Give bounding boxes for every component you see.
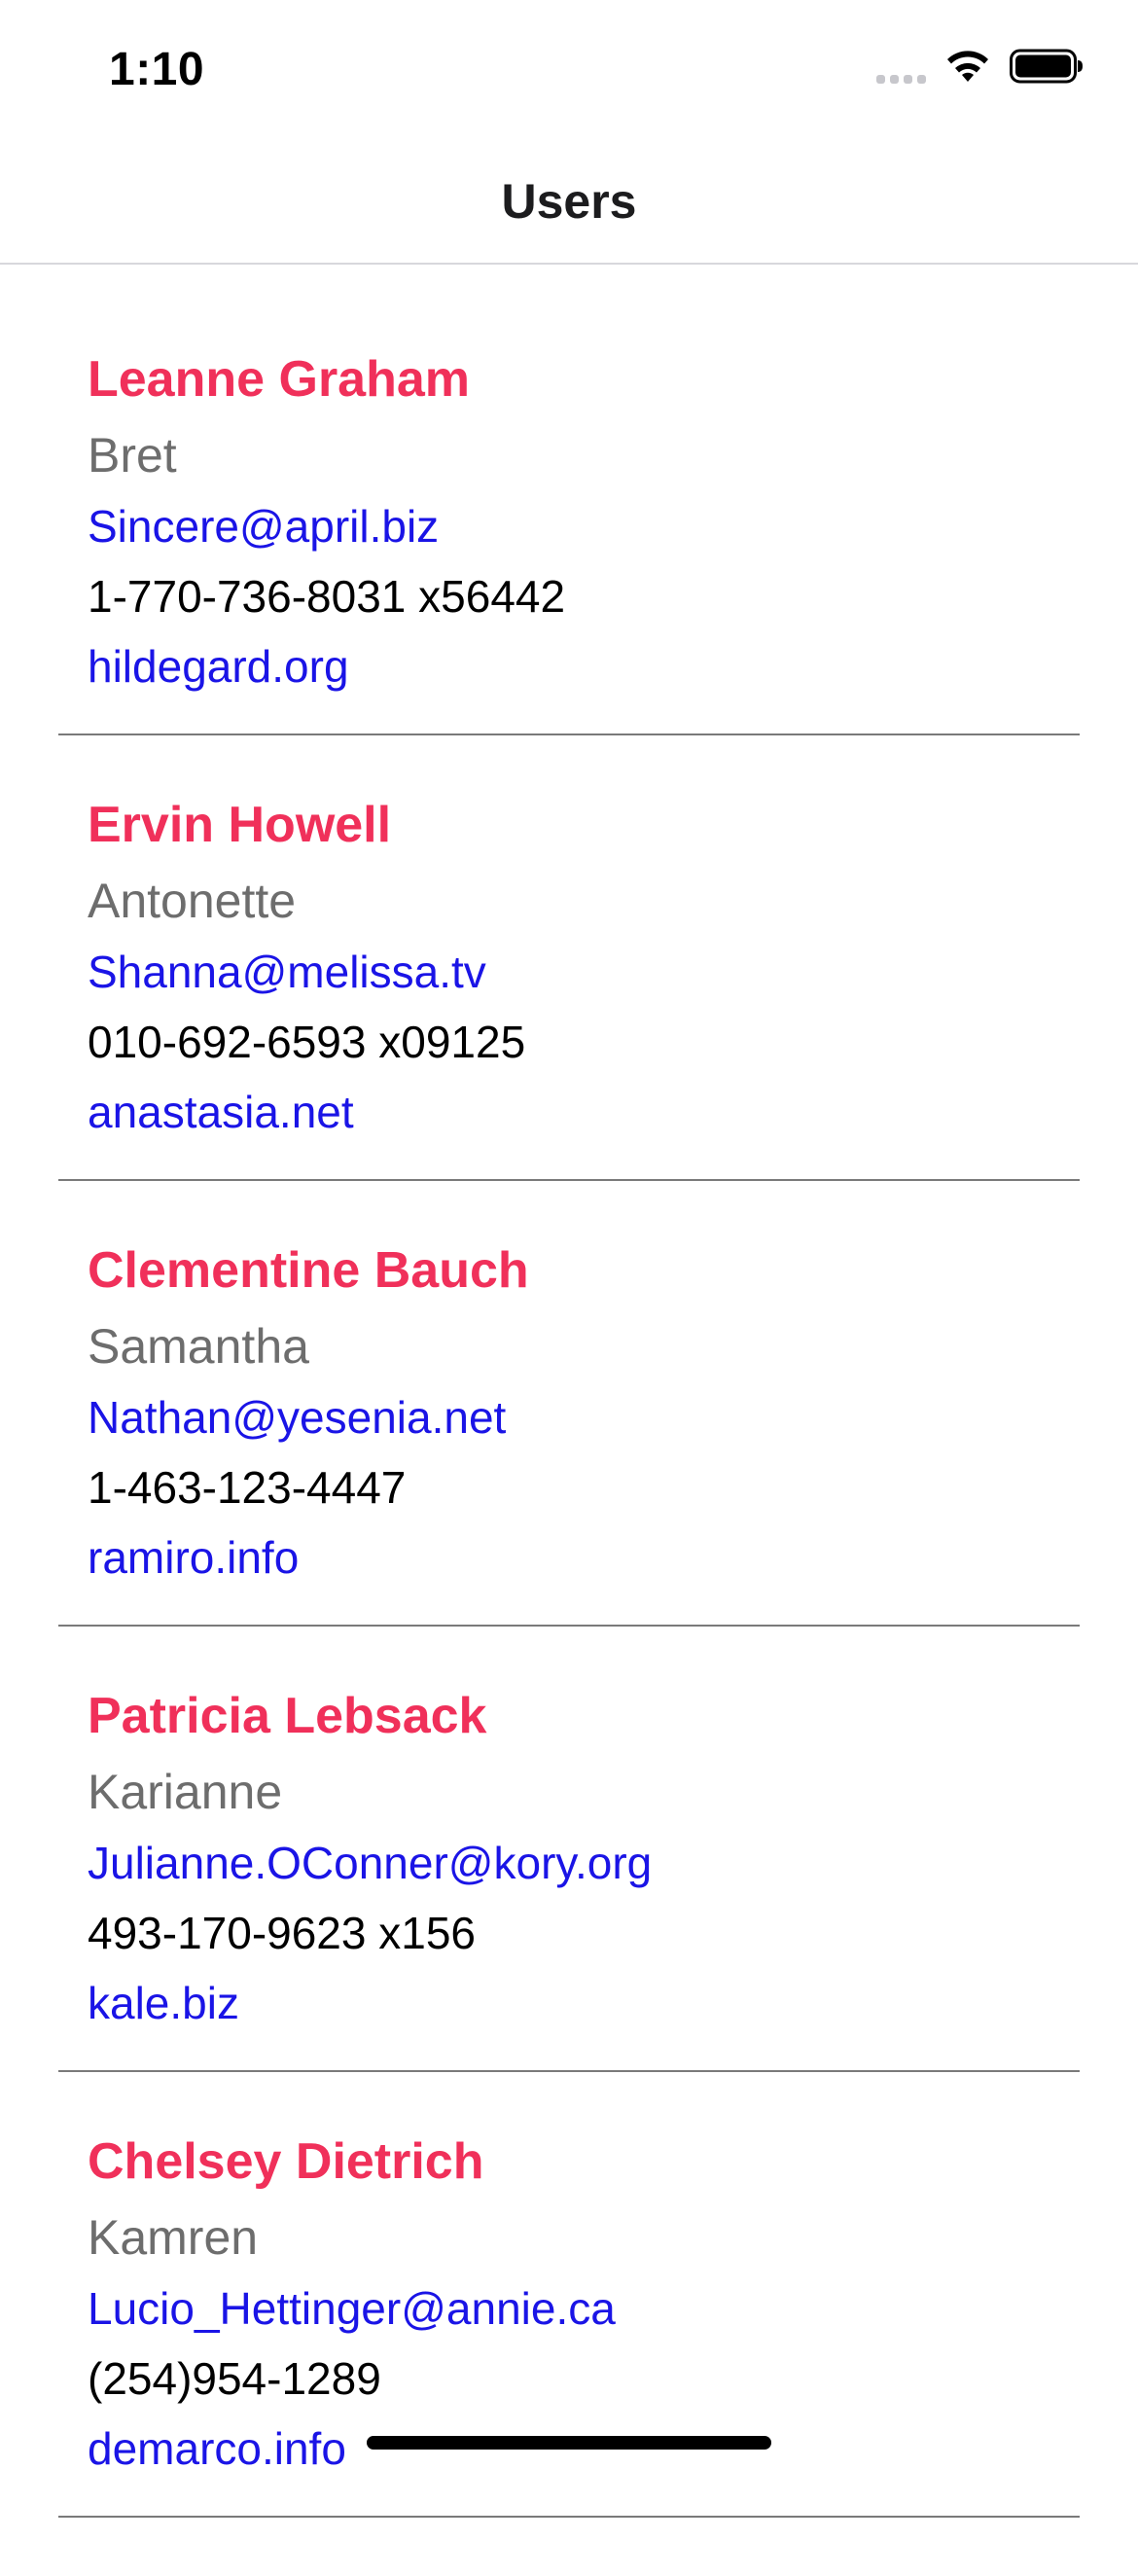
user-name: Ervin Howell xyxy=(88,797,392,853)
navigation-bar: Users xyxy=(0,146,1138,265)
user-phone: (254)954-1289 xyxy=(88,2353,381,2404)
user-email-link[interactable]: Sincere@april.biz xyxy=(88,496,1050,556)
user-card[interactable]: Leanne Graham Bret Sincere@april.biz 1-7… xyxy=(58,348,1080,735)
user-name: Patricia Lebsack xyxy=(88,1688,487,1744)
user-name: Leanne Graham xyxy=(88,351,471,408)
user-website-link[interactable]: kale.biz xyxy=(88,1973,1050,2033)
status-bar: 1:10 xyxy=(0,0,1138,146)
user-email-link[interactable]: Lucio_Hettinger@annie.ca xyxy=(88,2278,1050,2339)
user-card[interactable]: Patricia Lebsack Karianne Julianne.OConn… xyxy=(58,1685,1080,2072)
user-list[interactable]: Leanne Graham Bret Sincere@april.biz 1-7… xyxy=(0,265,1138,2576)
user-card[interactable]: Clementine Bauch Samantha Nathan@yesenia… xyxy=(58,1239,1080,1627)
status-icons xyxy=(876,49,1084,84)
page-title: Users xyxy=(501,174,637,229)
wifi-icon xyxy=(947,51,988,82)
user-email-link[interactable]: Shanna@melissa.tv xyxy=(88,942,1050,1002)
battery-icon xyxy=(1010,49,1083,84)
user-website-link[interactable]: hildegard.org xyxy=(88,636,1050,697)
user-username: Bret xyxy=(88,428,177,483)
user-name: Clementine Bauch xyxy=(88,1242,529,1299)
user-phone: 1-770-736-8031 x56442 xyxy=(88,571,566,622)
user-username: Samantha xyxy=(88,1319,309,1374)
user-phone: 010-692-6593 x09125 xyxy=(88,1017,526,1067)
user-phone: 493-170-9623 x156 xyxy=(88,1908,476,1958)
user-card[interactable]: Ervin Howell Antonette Shanna@melissa.tv… xyxy=(58,794,1080,1181)
user-username: Karianne xyxy=(88,1765,283,1819)
user-card[interactable]: Chelsey Dietrich Kamren Lucio_Hettinger@… xyxy=(58,2130,1080,2518)
user-phone: 1-463-123-4447 xyxy=(88,1462,407,1513)
user-website-link[interactable]: anastasia.net xyxy=(88,1082,1050,1142)
status-time: 1:10 xyxy=(109,44,205,95)
user-username: Kamren xyxy=(88,2210,259,2265)
user-email-link[interactable]: Julianne.OConner@kory.org xyxy=(88,1833,1050,1893)
user-website-link[interactable]: ramiro.info xyxy=(88,1527,1050,1588)
user-username: Antonette xyxy=(88,874,297,928)
user-name: Chelsey Dietrich xyxy=(88,2133,484,2190)
home-indicator[interactable] xyxy=(367,2436,771,2450)
user-email-link[interactable]: Nathan@yesenia.net xyxy=(88,1387,1050,1448)
signal-icon xyxy=(876,54,926,84)
